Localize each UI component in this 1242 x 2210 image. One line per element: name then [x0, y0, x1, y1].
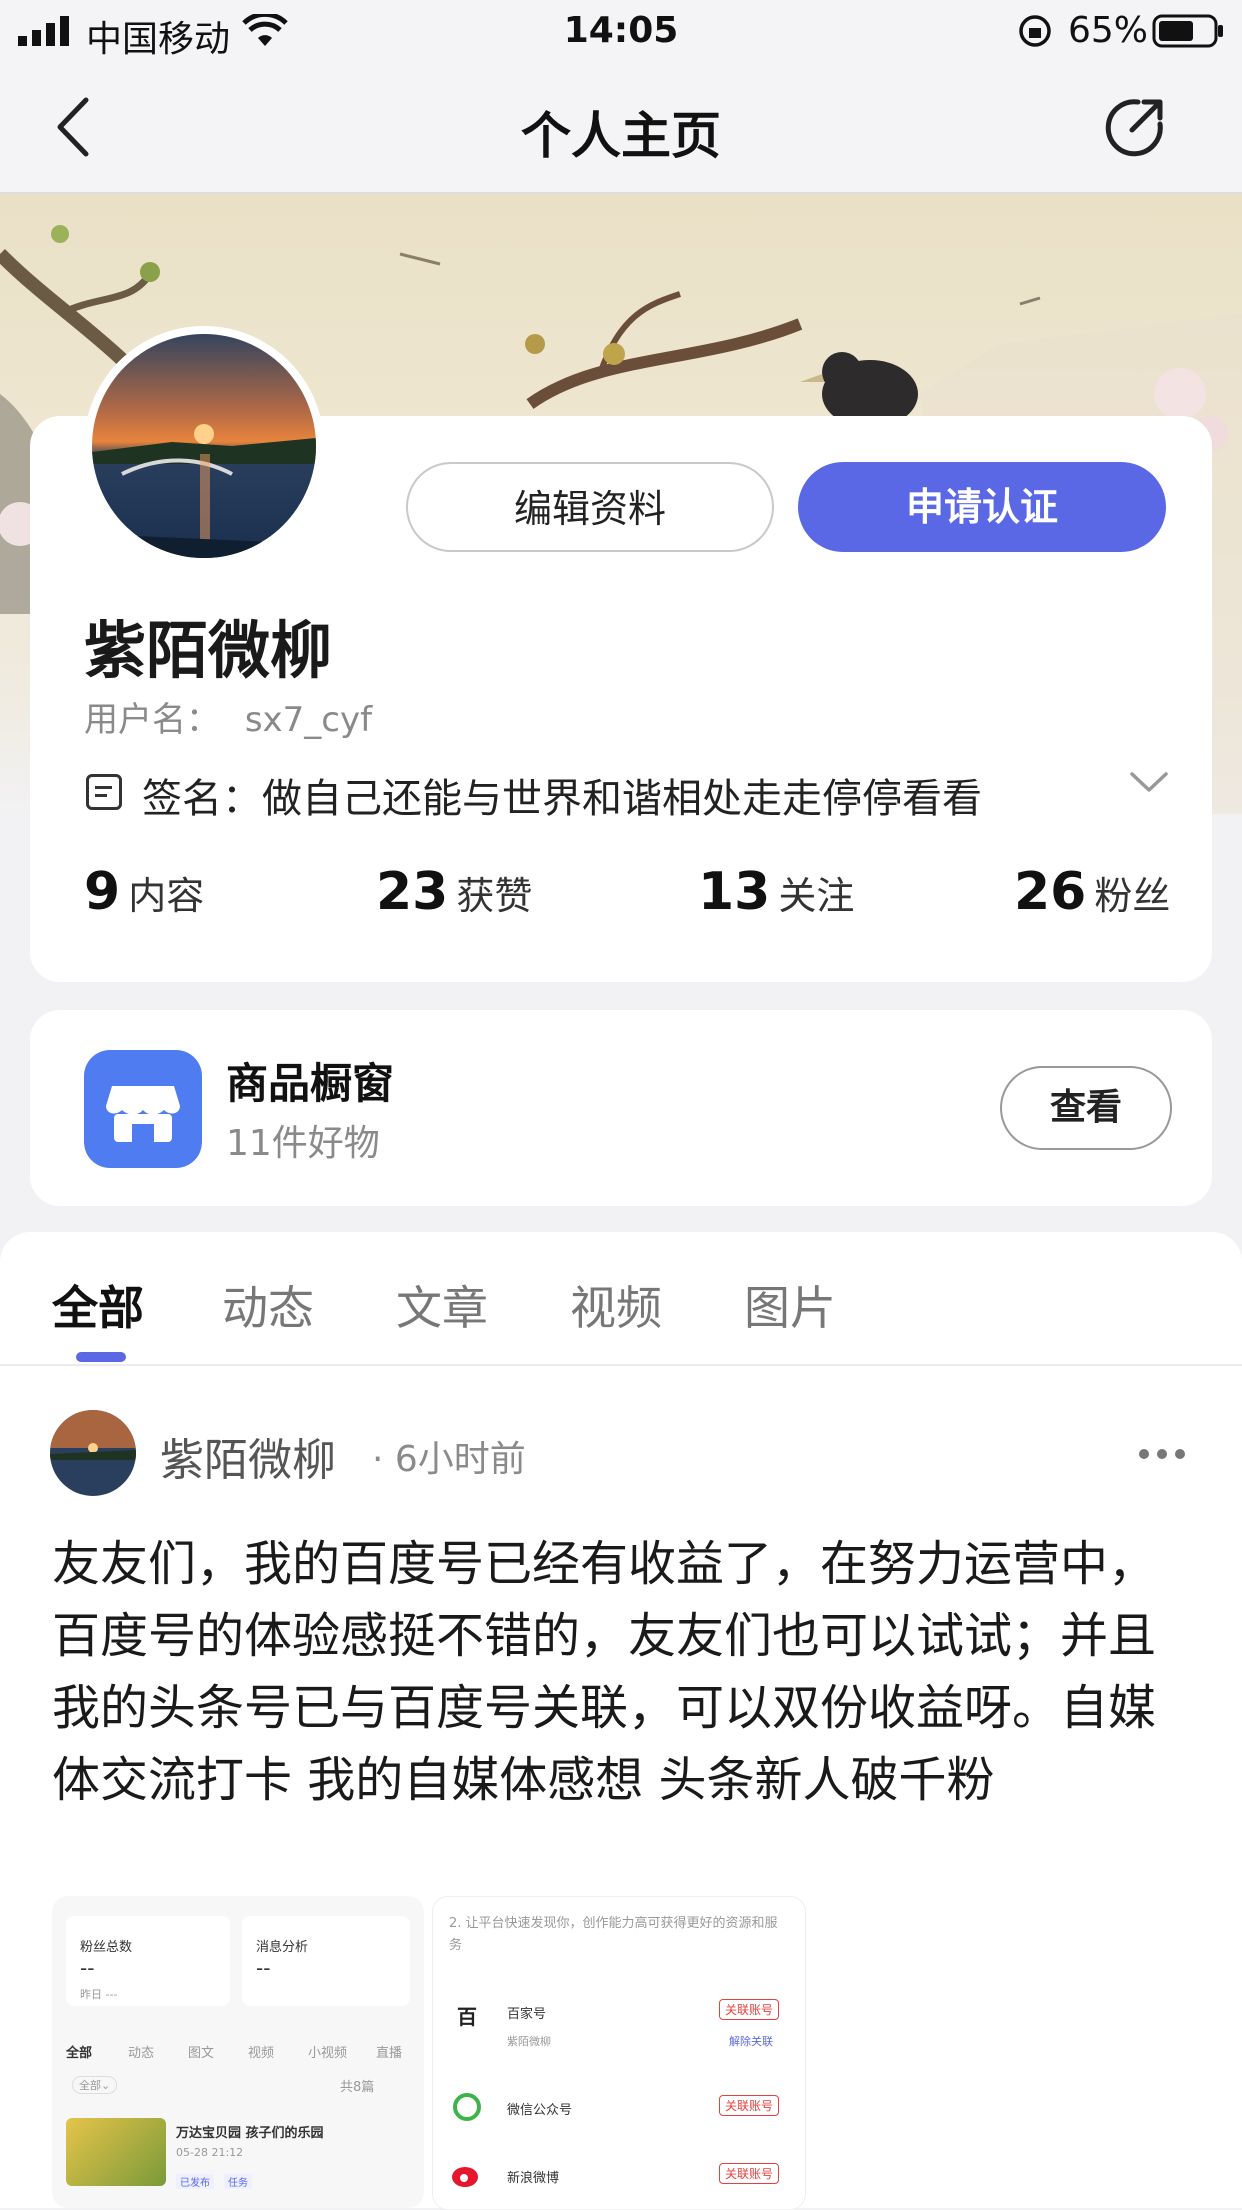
clock: 14:05: [563, 10, 679, 51]
signature-icon: [86, 774, 122, 810]
post-author-avatar[interactable]: [50, 1410, 136, 1496]
tab-videos[interactable]: 视频: [570, 1272, 662, 1338]
baijiahao-icon: 百: [457, 2005, 477, 2029]
tab-images[interactable]: 图片: [744, 1272, 836, 1338]
display-name: 紫陌微柳: [84, 614, 333, 687]
post-image-2[interactable]: 2. 让平台快速发现你，创作能力高可获得更好的资源和服务 百 百家号 关联账号 …: [432, 1896, 806, 2210]
nav-bar: 个人主页: [0, 62, 1242, 194]
shop-subtitle: 11件好物: [226, 1123, 380, 1164]
share-icon[interactable]: [1104, 96, 1166, 158]
storefront-icon: [84, 1050, 202, 1168]
signature-label: 签名：: [142, 776, 262, 822]
stat-likes[interactable]: 23 获赞: [376, 862, 532, 922]
view-shop-button[interactable]: 查看: [1000, 1066, 1172, 1150]
post-body[interactable]: 友友们，我的百度号已经有收益了，在努力运营中，百度号的体验感挺不错的，友友们也可…: [52, 1528, 1192, 1816]
post-image-1[interactable]: 粉丝总数 -- 昨日 --- 消息分析 -- 全部 动态 图文 视频 小视频 直…: [52, 1896, 424, 2208]
orientation-lock-icon: [1019, 15, 1051, 47]
stat-followers[interactable]: 26 粉丝: [1014, 862, 1170, 922]
username: 用户名： sx7_cyf: [84, 692, 372, 741]
tab-articles[interactable]: 文章: [396, 1272, 488, 1338]
page-title: 个人主页: [521, 107, 721, 165]
stat-following[interactable]: 13 关注: [698, 862, 854, 922]
username-label: 用户名：: [84, 700, 220, 740]
edit-profile-button[interactable]: 编辑资料: [406, 462, 774, 552]
username-value: sx7_cyf: [244, 700, 373, 740]
weibo-icon: [452, 2167, 478, 2187]
post-author-name[interactable]: 紫陌微柳: [160, 1424, 336, 1488]
active-tab-indicator: [76, 1352, 126, 1362]
chevron-down-icon[interactable]: [1128, 770, 1170, 796]
stat-content[interactable]: 9 内容: [84, 862, 204, 922]
wechat-icon: [453, 2093, 481, 2121]
shop-title: 商品橱窗: [226, 1059, 395, 1108]
avatar-image: [92, 334, 316, 558]
tab-divider: [0, 1364, 1242, 1366]
post-timestamp: · 6小时前: [372, 1439, 526, 1480]
avatar[interactable]: [84, 326, 324, 566]
tab-moments[interactable]: 动态: [222, 1272, 314, 1338]
signature-value: 做自己还能与世界和谐相处走走停停看看: [262, 776, 982, 822]
apply-verification-button[interactable]: 申请认证: [798, 462, 1166, 552]
more-options-icon[interactable]: [1138, 1448, 1186, 1460]
tab-all[interactable]: 全部: [52, 1272, 144, 1338]
battery-percent: 65%: [1068, 10, 1149, 51]
status-bar: 中国移动 14:05 65%: [0, 0, 1242, 62]
signature[interactable]: 签名：做自己还能与世界和谐相处走走停停看看: [142, 766, 982, 824]
battery-icon: [1152, 14, 1223, 48]
